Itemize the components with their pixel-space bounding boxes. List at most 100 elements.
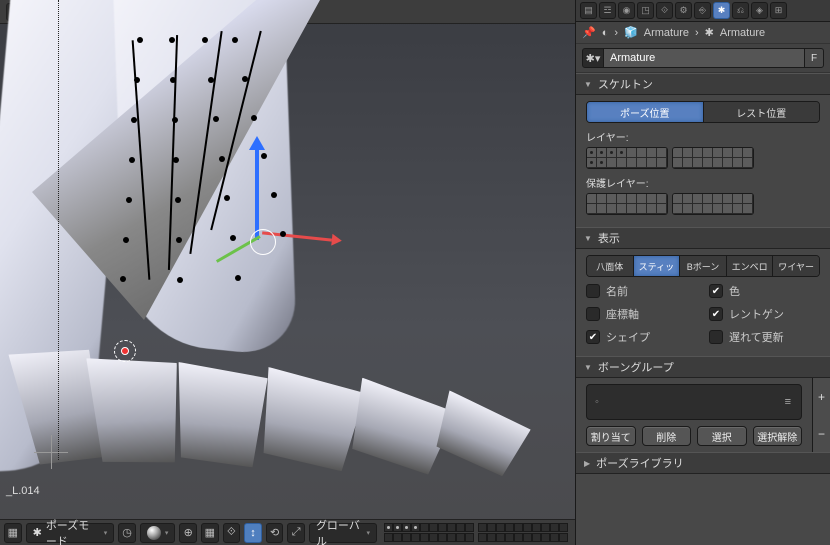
bone-group-list[interactable]: ◦ ≡ bbox=[586, 384, 802, 420]
bone-joint[interactable] bbox=[131, 117, 137, 123]
display-bbone-button[interactable]: Bボーン bbox=[680, 256, 727, 276]
bone-joint[interactable] bbox=[169, 37, 175, 43]
bone-joint[interactable] bbox=[271, 192, 277, 198]
panel-header-skeleton[interactable]: ▼スケルトン bbox=[576, 73, 830, 95]
mode-label: ポーズモード bbox=[46, 517, 100, 545]
bone-name-label: _L.014 bbox=[6, 485, 40, 497]
bone-joint[interactable] bbox=[126, 197, 132, 203]
remove-group-button[interactable]: − bbox=[813, 415, 830, 452]
bone-joint[interactable] bbox=[224, 195, 230, 201]
bone-joint[interactable] bbox=[170, 77, 176, 83]
armature-icon: ✱ bbox=[33, 526, 42, 539]
bone-joint[interactable] bbox=[176, 237, 182, 243]
armature-icon[interactable]: ✱▾ bbox=[582, 48, 604, 68]
bone-joint[interactable] bbox=[202, 37, 208, 43]
panel-header-display[interactable]: ▼表示 bbox=[576, 227, 830, 249]
fake-user-button[interactable]: F bbox=[804, 48, 824, 68]
mode-dropdown[interactable]: ✱ ポーズモード ▾ bbox=[26, 523, 115, 543]
manipulator-scale-icon[interactable]: ⤢ bbox=[287, 523, 305, 543]
armature-layers[interactable] bbox=[586, 147, 820, 169]
tab-modifier-icon[interactable]: ⚙ bbox=[675, 2, 692, 19]
sphere-icon: ◐ bbox=[602, 27, 609, 39]
assign-button[interactable]: 割り当て bbox=[586, 426, 636, 446]
world-origin bbox=[40, 441, 62, 463]
panel-header-pose-library[interactable]: ▶ポーズライブラリ bbox=[576, 452, 830, 474]
bone-joint[interactable] bbox=[173, 157, 179, 163]
properties-tabs: ▤ ☲ ◉ ◳ ⟐ ⚙ ⎆ ✱ ⎌ ◈ ⊞ bbox=[576, 0, 830, 22]
bone-joint[interactable] bbox=[208, 77, 214, 83]
tab-constraint-icon[interactable]: ⟐ bbox=[656, 2, 673, 19]
tab-world-icon[interactable]: ◉ bbox=[618, 2, 635, 19]
cursor-3d[interactable] bbox=[114, 340, 136, 362]
bone-joint[interactable] bbox=[230, 235, 236, 241]
footer-layer-grid[interactable] bbox=[384, 523, 571, 542]
rest-position-button[interactable]: レスト位置 bbox=[704, 102, 820, 122]
tab-bone-icon[interactable]: ⎌ bbox=[732, 2, 749, 19]
add-group-button[interactable]: + bbox=[813, 378, 830, 415]
bone-joint[interactable] bbox=[232, 37, 238, 43]
overlay-icon[interactable]: ▦ bbox=[201, 523, 219, 543]
tab-scene-icon[interactable]: ☲ bbox=[599, 2, 616, 19]
pin-icon[interactable]: 📌 bbox=[582, 26, 596, 39]
datablock-name-field: ✱▾ F bbox=[576, 44, 830, 73]
orientation-label: グローバル bbox=[316, 517, 363, 545]
bone-joint[interactable] bbox=[172, 117, 178, 123]
display-wire-button[interactable]: ワイヤー bbox=[773, 256, 819, 276]
display-type-segment: 八面体 スティッ Bボーン エンベロ ワイヤー bbox=[586, 255, 820, 277]
bone-joint[interactable] bbox=[280, 231, 286, 237]
panel-header-bone-groups[interactable]: ▼ボーングループ bbox=[576, 356, 830, 378]
breadcrumb-item[interactable]: Armature bbox=[644, 27, 689, 39]
bone-dotted-link bbox=[58, 0, 59, 460]
viewport-3d[interactable]: ≡ _L.014 ▦ ✱ ポーズモード ▾ ◷ ▾ ⊕ ▦ ⟐ ↕ ⟲ ⤢ グ bbox=[0, 0, 575, 545]
remove-button[interactable]: 削除 bbox=[642, 426, 692, 446]
gizmo-center-circle[interactable] bbox=[250, 229, 276, 255]
armature-name-input[interactable] bbox=[604, 48, 804, 68]
tab-armature-icon[interactable]: ✱ bbox=[713, 2, 730, 19]
protected-layer-label: 保護レイヤー: bbox=[586, 175, 820, 190]
deselect-button[interactable]: 選択解除 bbox=[753, 426, 803, 446]
chevron-down-icon: ▾ bbox=[104, 529, 108, 537]
tab-object-icon[interactable]: ◳ bbox=[637, 2, 654, 19]
display-octa-button[interactable]: 八面体 bbox=[587, 256, 634, 276]
display-envelope-button[interactable]: エンベロ bbox=[727, 256, 774, 276]
pivot-dropdown[interactable]: ▾ bbox=[140, 523, 176, 543]
color-checkbox[interactable] bbox=[709, 284, 723, 298]
drag-handle-icon[interactable]: ≡ bbox=[785, 396, 793, 408]
bone-joint[interactable] bbox=[129, 157, 135, 163]
axes-checkbox[interactable] bbox=[586, 307, 600, 321]
bone-joint[interactable] bbox=[242, 76, 248, 82]
bone-joint[interactable] bbox=[219, 156, 225, 162]
lock-icon[interactable]: ⟐ bbox=[223, 523, 241, 543]
select-button[interactable]: 選択 bbox=[697, 426, 747, 446]
protected-layers[interactable] bbox=[586, 193, 820, 215]
view-menu-icon[interactable]: ◷ bbox=[118, 523, 136, 543]
xray-checkbox[interactable] bbox=[709, 307, 723, 321]
display-stick-button[interactable]: スティッ bbox=[634, 256, 681, 276]
bone-joint[interactable] bbox=[261, 153, 267, 159]
layer-label: レイヤー: bbox=[586, 129, 820, 144]
tab-physics-icon[interactable]: ◈ bbox=[751, 2, 768, 19]
name-checkbox[interactable] bbox=[586, 284, 600, 298]
bone-joint[interactable] bbox=[177, 277, 183, 283]
bone-joint[interactable] bbox=[120, 276, 126, 282]
bone-joint[interactable] bbox=[134, 77, 140, 83]
tab-data-icon[interactable]: ⎆ bbox=[694, 2, 711, 19]
manipulator-rotate-icon[interactable]: ⟲ bbox=[266, 523, 284, 543]
delay-checkbox[interactable] bbox=[709, 330, 723, 344]
editor-type-icon[interactable]: ▦ bbox=[4, 523, 22, 543]
bone-joint[interactable] bbox=[175, 197, 181, 203]
bone-joint[interactable] bbox=[213, 116, 219, 122]
breadcrumb-item[interactable]: Armature bbox=[720, 27, 765, 39]
bone-joint[interactable] bbox=[251, 115, 257, 121]
shape-checkbox[interactable] bbox=[586, 330, 600, 344]
manipulator-translate-icon[interactable]: ↕ bbox=[244, 523, 262, 543]
bone-joint[interactable] bbox=[137, 37, 143, 43]
tab-material-icon[interactable]: ⊞ bbox=[770, 2, 787, 19]
orientation-dropdown[interactable]: グローバル▾ bbox=[309, 523, 377, 543]
gizmo-z-arrow[interactable] bbox=[255, 150, 259, 240]
bone-joint[interactable] bbox=[235, 275, 241, 281]
pose-position-button[interactable]: ポーズ位置 bbox=[587, 102, 704, 122]
tab-render-icon[interactable]: ▤ bbox=[580, 2, 597, 19]
bone-joint[interactable] bbox=[123, 237, 129, 243]
pivot-icon[interactable]: ⊕ bbox=[179, 523, 197, 543]
